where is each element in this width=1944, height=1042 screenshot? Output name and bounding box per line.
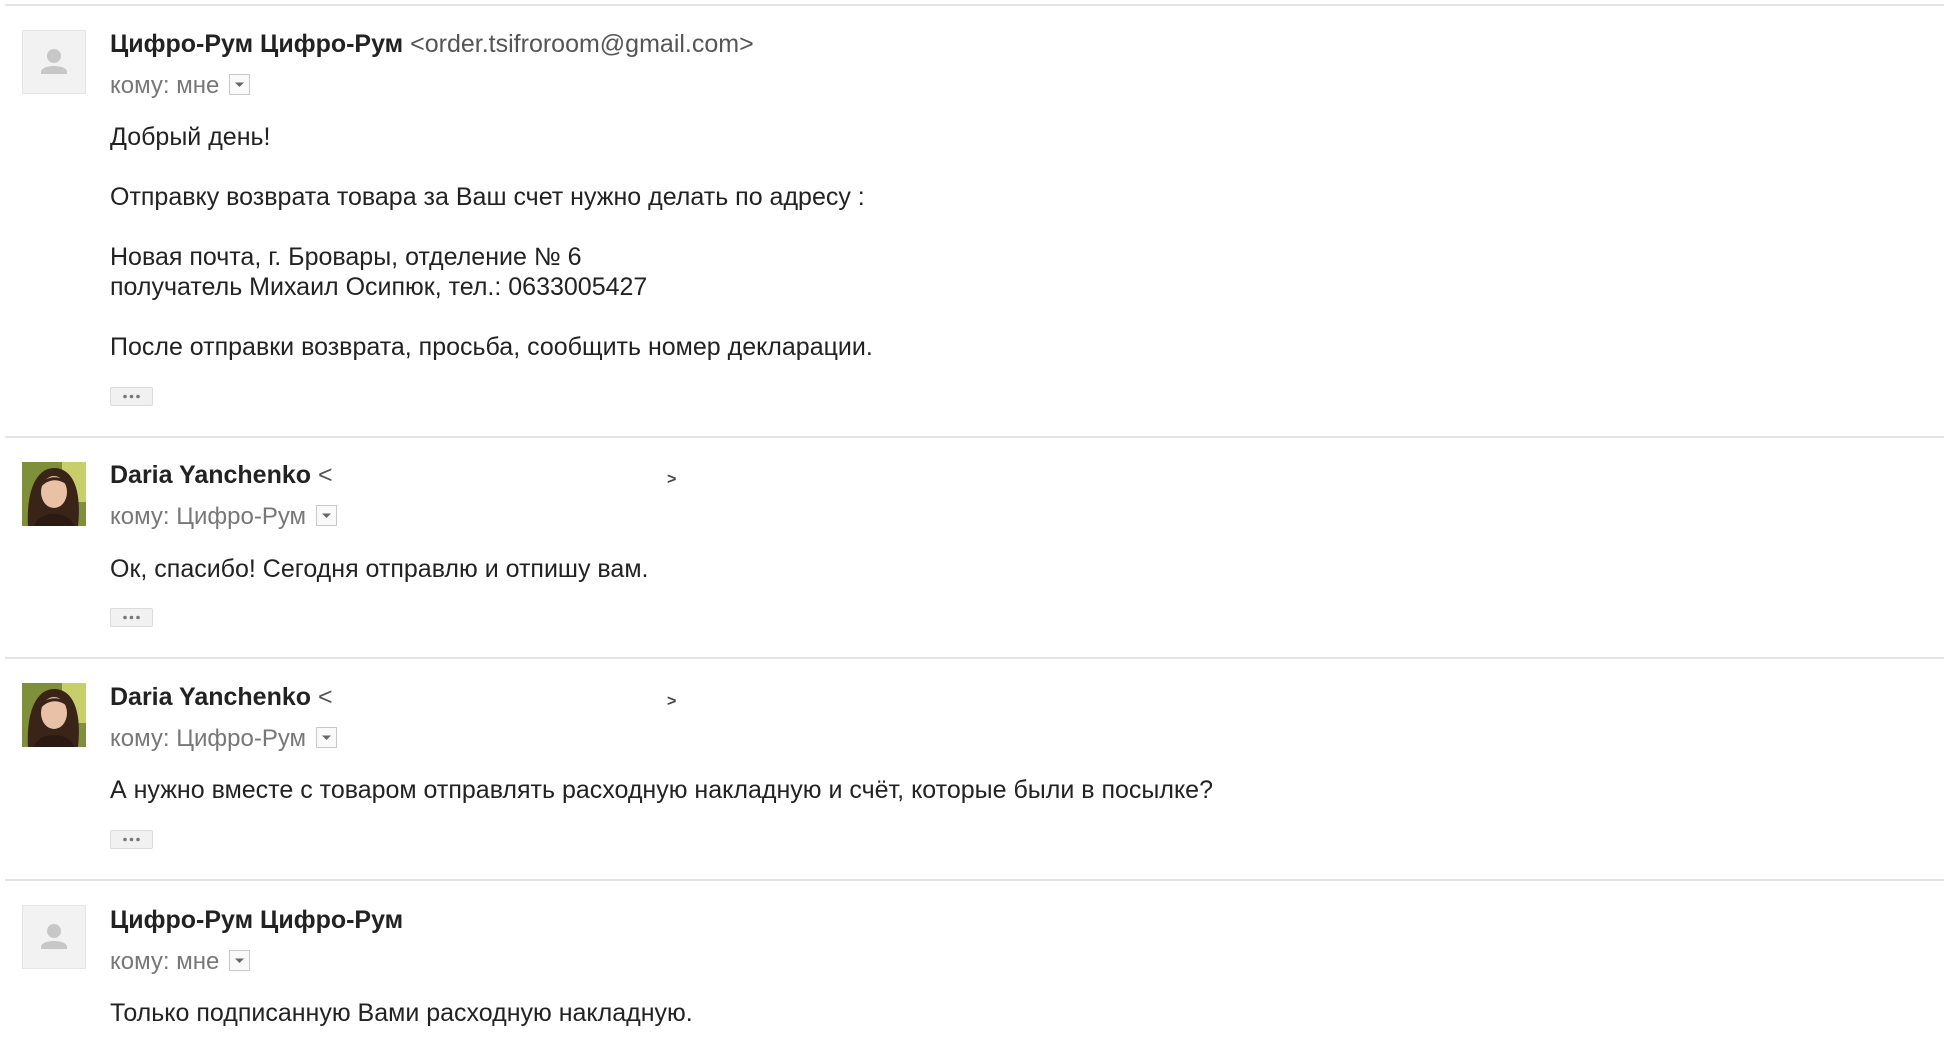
sender-line: Daria Yanchenko < > xyxy=(110,460,676,490)
email-thread: Цифро-Рум Цифро-Рум <order.tsifroroom@gm… xyxy=(0,0,1944,1042)
details-dropdown-button[interactable] xyxy=(316,505,338,527)
default-person-icon xyxy=(41,49,67,74)
recipient-line: кому: Цифро-Рум xyxy=(110,502,338,532)
user-photo xyxy=(22,683,86,747)
chevron-down-icon xyxy=(235,958,245,964)
default-person-icon xyxy=(41,924,67,949)
message-line: Отправку возврата товара за Ваш счет нуж… xyxy=(110,183,865,211)
chevron-down-icon xyxy=(322,735,332,741)
sender-email-open: < xyxy=(317,683,333,711)
recipient-label: кому: Цифро-Рум xyxy=(110,725,307,752)
show-trimmed-content-button[interactable] xyxy=(110,830,153,849)
message-divider xyxy=(5,657,1944,659)
recipient-label: кому: Цифро-Рум xyxy=(110,503,307,530)
sender-avatar[interactable] xyxy=(22,683,86,747)
ellipsis-icon xyxy=(123,615,140,620)
message-divider xyxy=(5,436,1944,438)
show-trimmed-content-button[interactable] xyxy=(110,608,153,627)
recipient-line: кому: Цифро-Рум xyxy=(110,724,338,754)
sender-avatar[interactable] xyxy=(22,462,86,526)
recipient-line: кому: мне xyxy=(110,71,251,101)
sender-email-close: > xyxy=(667,471,677,488)
show-trimmed-content-button[interactable] xyxy=(110,387,153,406)
message-line: Добрый день! xyxy=(110,123,271,151)
ellipsis-icon xyxy=(123,394,140,399)
message-line: А нужно вместе с товаром отправлять расх… xyxy=(110,776,1213,804)
details-dropdown-button[interactable] xyxy=(316,727,338,749)
message-line: получатель Михаил Осипюк, тел.: 06330054… xyxy=(110,273,648,301)
details-dropdown-button[interactable] xyxy=(229,74,251,96)
sender-line: Цифро-Рум Цифро-Рум xyxy=(110,905,403,935)
sender-avatar[interactable] xyxy=(22,905,86,969)
sender-name[interactable]: Daria Yanchenko xyxy=(110,683,311,711)
recipient-label: кому: мне xyxy=(110,72,220,99)
sender-line: Daria Yanchenko < > xyxy=(110,682,676,712)
chevron-down-icon xyxy=(235,82,245,88)
thread-divider xyxy=(5,4,1944,6)
recipient-line: кому: мне xyxy=(110,947,251,977)
user-photo xyxy=(22,462,86,526)
ellipsis-icon xyxy=(123,837,140,842)
sender-name[interactable]: Цифро-Рум Цифро-Рум xyxy=(110,30,403,58)
details-dropdown-button[interactable] xyxy=(229,950,251,972)
message-line: После отправки возврата, просьба, сообщи… xyxy=(110,333,873,361)
sender-name[interactable]: Цифро-Рум Цифро-Рум xyxy=(110,906,403,934)
message-line: Только подписанную Вами расходную наклад… xyxy=(110,999,693,1027)
recipient-label: кому: мне xyxy=(110,948,220,975)
sender-email: <order.tsifroroom@gmail.com> xyxy=(410,30,754,58)
message-line: Ок, спасибо! Сегодня отправлю и отпишу в… xyxy=(110,555,649,583)
sender-avatar[interactable] xyxy=(22,30,86,94)
message-line: Новая почта, г. Бровары, отделение № 6 xyxy=(110,243,582,271)
sender-line: Цифро-Рум Цифро-Рум <order.tsifroroom@gm… xyxy=(110,29,754,59)
sender-name[interactable]: Daria Yanchenko xyxy=(110,461,311,489)
message-divider xyxy=(5,879,1944,881)
sender-email-close: > xyxy=(667,693,677,710)
sender-email-open: < xyxy=(317,461,333,489)
chevron-down-icon xyxy=(322,513,332,519)
